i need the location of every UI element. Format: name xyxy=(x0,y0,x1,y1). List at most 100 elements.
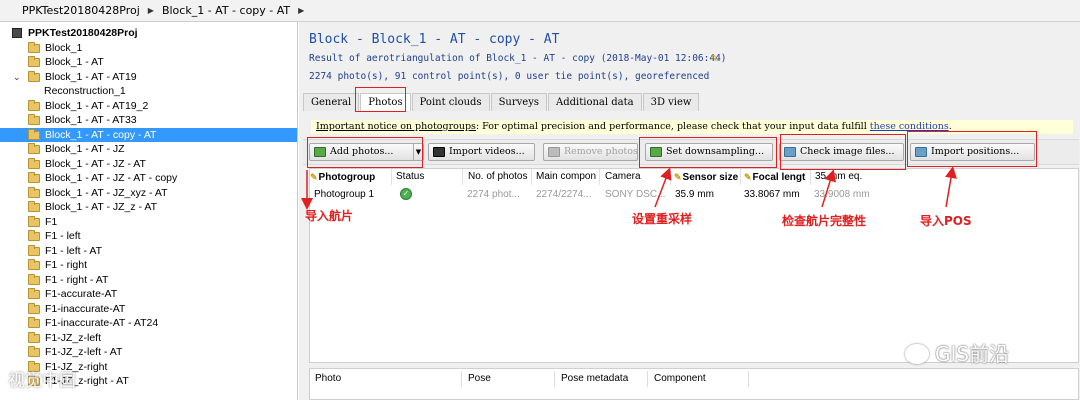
cell-focal-length[interactable]: 33.8067 mm xyxy=(744,186,811,203)
tree-item-label: Block_1 - AT - JZ_xyz - AT xyxy=(45,186,168,199)
folder-icon xyxy=(28,215,40,227)
tree-item[interactable]: Block_1 - AT - JZ_xyz - AT xyxy=(0,186,297,201)
wechat-logo-icon xyxy=(905,344,929,364)
annotation-check-integrity: 检查航片完整性 xyxy=(782,214,867,228)
tab-additional-data[interactable]: Additional data xyxy=(548,93,642,111)
tree-item[interactable]: Block_1 xyxy=(0,41,297,56)
tab-3d-view[interactable]: 3D view xyxy=(642,93,700,111)
tree-item-label: Block_1 - AT - JZ - AT - copy xyxy=(45,172,178,184)
tab-surveys[interactable]: Surveys xyxy=(490,93,547,111)
tree-item[interactable]: F1 - left xyxy=(0,229,297,244)
col-photo[interactable]: Photo xyxy=(310,371,462,387)
tree-item[interactable]: F1 - left - AT xyxy=(0,244,297,259)
tree-item[interactable]: Block_1 - AT - JZ - AT xyxy=(0,157,297,172)
remove-photo-icon xyxy=(548,147,560,157)
remove-photos-button[interactable]: Remove photos xyxy=(543,143,638,161)
tree-item-label: F1-JZ_z-left xyxy=(45,331,102,344)
notice-lead[interactable]: Important notice on photogroups xyxy=(316,121,476,132)
tree-item[interactable]: Block_1 - AT - JZ_z - AT xyxy=(0,200,297,215)
chevron-down-icon[interactable]: ⌄ xyxy=(13,70,21,85)
tree-item-label: Block_1 - AT - AT19 xyxy=(45,70,137,83)
breadcrumb-project[interactable]: PPKTest20180428Proj xyxy=(16,4,146,17)
tree-item[interactable]: F1 xyxy=(0,215,297,230)
tree-item[interactable]: Block_1 - AT - AT19_2 xyxy=(0,99,297,114)
folder-icon xyxy=(28,41,40,53)
tree-item[interactable]: Block_1 - AT - AT33 xyxy=(0,113,297,128)
import-videos-label: Import videos... xyxy=(449,146,525,157)
photogroups-table: ✎Photogroup Status No. of photos Main co… xyxy=(309,168,1079,363)
col-camera[interactable]: Camera xyxy=(601,169,671,185)
cell-camera: SONY DSC... xyxy=(605,189,666,200)
tree-item-label: F1-JZ_z-left - AT xyxy=(45,346,123,358)
col-focal-length[interactable]: ✎Focal lengt xyxy=(742,169,811,185)
tree-item[interactable]: F1-JZ_z-left - AT xyxy=(0,345,297,360)
tree-item[interactable]: Reconstruction_1 xyxy=(0,84,297,99)
tree-item-label: Block_1 - AT xyxy=(45,56,104,68)
col-no-of-photos[interactable]: No. of photos xyxy=(464,169,532,185)
col-main-component[interactable]: Main compon xyxy=(533,169,600,185)
col-photogroup[interactable]: ✎Photogroup xyxy=(310,169,392,185)
tree-item-label: Block_1 - AT - copy - AT xyxy=(45,128,157,141)
tree-item-label: Block_1 - AT - JZ - AT xyxy=(45,157,146,170)
annotation-import-pos: 导入POS xyxy=(920,214,972,228)
folder-icon xyxy=(28,114,40,125)
highlight-check-image-files xyxy=(780,134,906,170)
col-pose-metadata[interactable]: Pose metadata xyxy=(556,371,648,387)
watermark-left: 视觉中国 xyxy=(8,371,76,391)
breadcrumb-block[interactable]: Block_1 - AT - copy - AT xyxy=(156,4,296,17)
col-component[interactable]: Component xyxy=(649,371,749,387)
tree-item[interactable]: Block_1 - AT - copy - AT xyxy=(0,127,297,142)
col-sensor-size[interactable]: ✎Sensor size xyxy=(672,169,741,185)
folder-icon xyxy=(28,230,40,241)
folder-icon xyxy=(28,186,40,198)
import-videos-button[interactable]: Import videos... xyxy=(428,143,535,161)
tree-item[interactable]: F1-accurate-AT xyxy=(0,287,297,302)
highlight-import-positions xyxy=(907,131,1037,167)
tab-point-clouds[interactable]: Point clouds xyxy=(411,93,490,111)
col-status[interactable]: Status xyxy=(393,169,463,185)
folder-icon xyxy=(28,273,40,285)
highlight-set-downsampling xyxy=(639,137,777,168)
status-ok-icon: ✓ xyxy=(400,188,412,200)
folder-icon xyxy=(28,99,40,111)
watermark-gis: GIS前沿 xyxy=(905,338,1009,367)
tree-item[interactable]: F1-JZ_z-left xyxy=(0,331,297,346)
tree-item-label: F1-inaccurate-AT - AT24 xyxy=(45,317,159,329)
chevron-right-icon[interactable]: ▶ xyxy=(296,6,306,15)
cell-sensor-size[interactable]: 35.9 mm xyxy=(675,186,741,203)
col-pose[interactable]: Pose xyxy=(463,371,555,387)
folder-icon xyxy=(28,302,40,314)
folder-icon xyxy=(28,259,40,270)
tree-item-label: F1-inaccurate-AT xyxy=(45,302,126,315)
folder-icon xyxy=(28,288,40,299)
tree-item-label: F1 - left - AT xyxy=(45,244,102,257)
tree-item[interactable]: ⌄ Block_1 - AT - AT19 xyxy=(0,70,297,85)
highlight-photos-tab xyxy=(355,87,406,112)
tree-item[interactable]: Block_1 - AT xyxy=(0,55,297,70)
edit-pencil-icon[interactable]: ✎ xyxy=(710,52,719,65)
tree-root[interactable]: PPKTest20180428Proj xyxy=(0,26,297,41)
edit-pencil-icon: ✎ xyxy=(744,172,752,182)
col-35mm-eq[interactable]: 35 mm eq. xyxy=(812,169,892,185)
tree-item[interactable]: F1-inaccurate-AT xyxy=(0,302,297,317)
tree-item[interactable]: F1 - right - AT xyxy=(0,273,297,288)
remove-photos-label: Remove photos xyxy=(564,146,638,157)
folder-icon xyxy=(28,346,40,357)
tree-item-label: F1 - right - AT xyxy=(45,273,109,286)
edit-pencil-icon: ✎ xyxy=(674,172,682,182)
cell-photogroup[interactable]: Photogroup 1 xyxy=(314,186,392,203)
film-icon xyxy=(433,147,445,157)
folder-icon xyxy=(28,157,40,169)
tree-item[interactable]: Block_1 - AT - JZ xyxy=(0,142,297,157)
tree-item[interactable]: Block_1 - AT - JZ - AT - copy xyxy=(0,171,297,186)
tree-item[interactable]: F1 - right xyxy=(0,258,297,273)
tab-general[interactable]: General xyxy=(303,93,360,111)
tree-item-label: Block_1 xyxy=(45,41,83,54)
folder-icon xyxy=(28,317,40,328)
folder-icon xyxy=(28,128,40,140)
breadcrumb: PPKTest20180428Proj ▶ Block_1 - AT - cop… xyxy=(0,0,1080,22)
folder-icon xyxy=(28,201,40,212)
tree-root-label: PPKTest20180428Proj xyxy=(28,27,138,39)
tree-item[interactable]: F1-inaccurate-AT - AT24 xyxy=(0,316,297,331)
annotation-import-photos: 导入航片 xyxy=(305,209,354,223)
